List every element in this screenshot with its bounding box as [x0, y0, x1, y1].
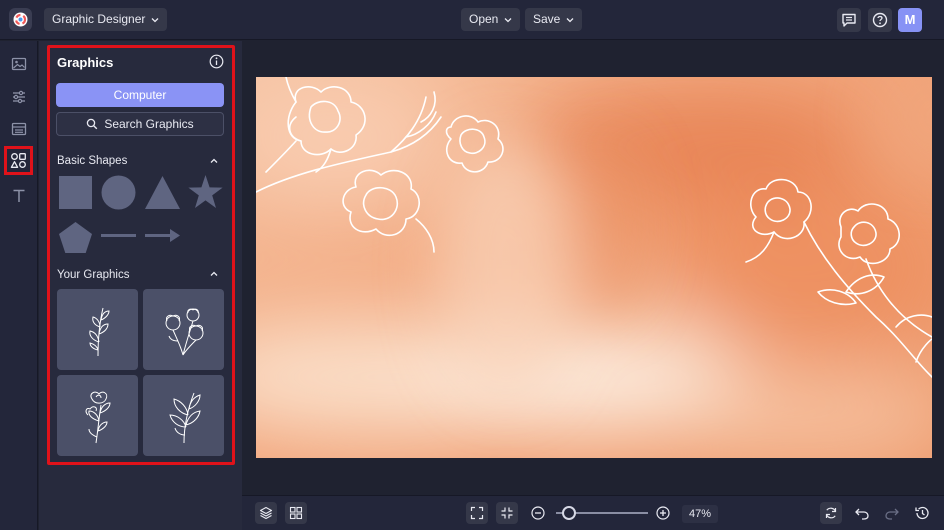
pentagon-shape[interactable]	[59, 222, 92, 253]
layers-button[interactable]	[255, 502, 277, 524]
history-icon[interactable]	[914, 505, 930, 521]
grid-icon	[289, 506, 303, 520]
user-avatar[interactable]: M	[898, 8, 922, 32]
graphic-tile-rose-stem[interactable]	[57, 375, 138, 456]
redo-icon[interactable]	[884, 505, 900, 521]
design-canvas[interactable]	[256, 77, 932, 458]
basic-shapes-heading: Basic Shapes	[57, 155, 128, 167]
leafy-branch-graphic	[168, 392, 201, 443]
rail-item-layout[interactable]	[7, 117, 30, 140]
open-button[interactable]: Open	[461, 8, 521, 31]
app-logo[interactable]	[9, 8, 32, 31]
sliders-icon	[12, 90, 25, 103]
undo-icon[interactable]	[854, 505, 870, 521]
refresh-icon	[825, 507, 837, 519]
rail-item-text[interactable]	[7, 184, 30, 207]
top-bar: Graphic Designer Open Save M	[0, 0, 944, 40]
upload-computer-button[interactable]: Computer	[56, 83, 224, 107]
save-label: Save	[533, 12, 561, 26]
chevron-down-icon	[151, 17, 159, 22]
text-icon	[13, 189, 24, 202]
search-graphics-button[interactable]: Search Graphics	[56, 112, 224, 136]
actual-size-button[interactable]	[496, 502, 518, 524]
chevron-down-icon	[504, 17, 512, 22]
chevron-up-icon[interactable]	[209, 269, 219, 279]
rail-item-image[interactable]	[7, 52, 30, 75]
feedback-button[interactable]	[837, 8, 861, 32]
rail-item-graphics[interactable]	[4, 146, 33, 175]
zoom-slider-thumb[interactable]	[561, 506, 576, 520]
shrink-icon	[501, 507, 513, 519]
your-graphics-heading: Your Graphics	[57, 269, 130, 281]
app-switcher-button[interactable]: Graphic Designer	[44, 8, 168, 31]
app-switcher-label: Graphic Designer	[52, 12, 146, 26]
chevron-down-icon	[566, 17, 574, 22]
arrow-shape[interactable]	[145, 229, 180, 242]
star-shape[interactable]	[188, 175, 223, 209]
zoom-in-icon[interactable]	[655, 505, 671, 521]
circle-shape[interactable]	[101, 175, 136, 210]
graphic-tile-leafy-branch[interactable]	[143, 375, 224, 456]
help-icon	[872, 12, 888, 28]
graphic-tile-cotton-flowers[interactable]	[143, 289, 224, 370]
grid-button[interactable]	[285, 502, 307, 524]
watercolor-artwork	[256, 77, 932, 458]
graphic-tile-leaf-sprig[interactable]	[57, 289, 138, 370]
zoom-out-icon[interactable]	[530, 505, 546, 521]
triangle-shape[interactable]	[145, 176, 180, 209]
fit-to-screen-button[interactable]	[466, 502, 488, 524]
help-button[interactable]	[868, 8, 892, 32]
chevron-up-icon[interactable]	[209, 156, 219, 166]
save-button[interactable]: Save	[525, 8, 583, 31]
image-icon	[11, 57, 26, 70]
search-icon	[87, 118, 98, 130]
zoom-percent[interactable]: 47%	[682, 505, 718, 523]
info-icon[interactable]	[209, 54, 224, 69]
leaf-sprig-graphic	[88, 307, 110, 356]
rail-item-adjust[interactable]	[7, 85, 30, 108]
layout-icon	[11, 122, 26, 135]
cotton-flowers-graphic	[165, 308, 203, 355]
search-graphics-label: Search Graphics	[104, 117, 194, 131]
tool-rail	[0, 41, 38, 530]
rose-stem-graphic	[85, 391, 111, 443]
panel-title: Graphics	[57, 55, 114, 70]
open-label: Open	[469, 12, 499, 26]
sync-button[interactable]	[820, 502, 842, 524]
shapes-icon	[10, 153, 26, 168]
layers-icon	[259, 506, 273, 520]
line-shape[interactable]	[101, 233, 136, 238]
expand-icon	[470, 506, 484, 520]
square-shape[interactable]	[59, 176, 92, 209]
chat-icon	[842, 13, 856, 27]
